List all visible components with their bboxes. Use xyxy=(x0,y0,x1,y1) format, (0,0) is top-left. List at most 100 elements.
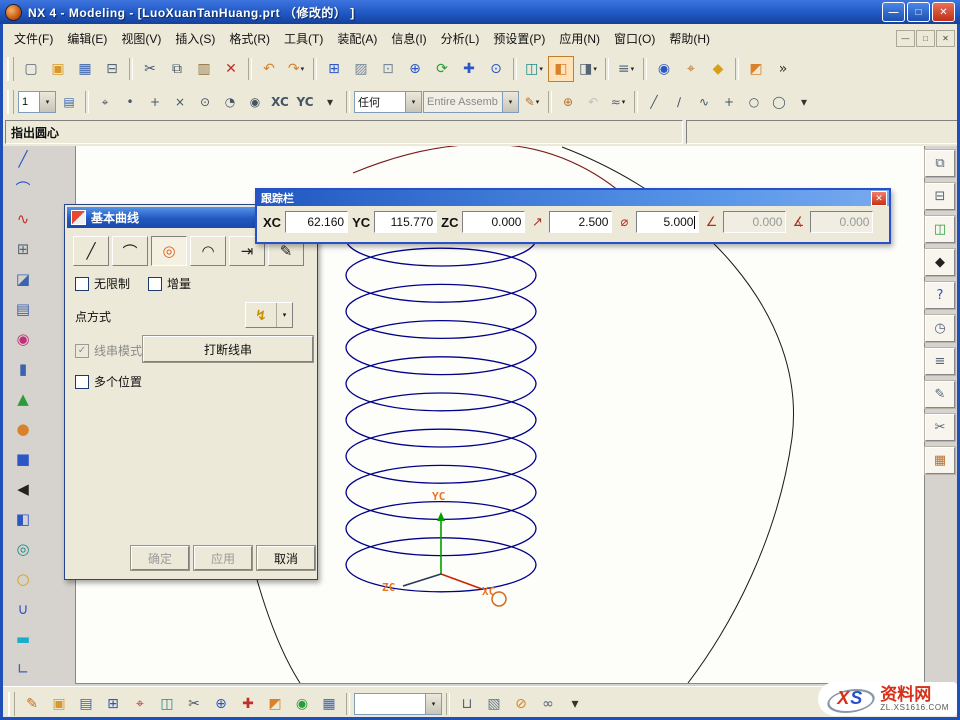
toolbar-overflow-button[interactable]: » xyxy=(770,56,796,82)
line-tool-button[interactable]: ╱ xyxy=(642,90,666,114)
ellipse-tool-button[interactable]: ◯ xyxy=(767,90,791,114)
xc-input[interactable]: 62.160 xyxy=(285,211,348,233)
point-method-dropdown[interactable]: ↯ ▾ xyxy=(245,302,293,328)
wcs-back-button[interactable]: ↶ xyxy=(581,90,605,114)
material-button[interactable]: ◆ xyxy=(705,56,731,82)
restore-button[interactable]: □ xyxy=(907,2,930,22)
wireframe-view-button[interactable]: ◨▾ xyxy=(575,56,601,82)
arc-basic-tool[interactable]: ⌒ xyxy=(112,236,148,266)
selection-priority-combo[interactable]: ▾ xyxy=(354,693,442,715)
notes-button[interactable]: ≡ xyxy=(925,348,955,375)
curve-options-button[interactable]: ▾ xyxy=(792,90,816,114)
layers-book-button[interactable]: ▤ xyxy=(9,296,37,323)
snap-point-on-curve-button[interactable]: XC xyxy=(268,90,292,114)
general-selection-button[interactable]: ✎▾ xyxy=(520,90,544,114)
snap-quadrant-button[interactable]: ◔ xyxy=(218,90,242,114)
dual-view-button[interactable]: ◫ xyxy=(154,691,180,717)
mdi-close-button[interactable]: ✕ xyxy=(936,30,955,47)
pad-feature-button[interactable]: ▬ xyxy=(9,626,37,653)
snap-point-inferred-button[interactable]: ⌖ xyxy=(93,90,117,114)
selection-filter-combo[interactable]: 任何▾ xyxy=(354,91,422,113)
chevron-down-icon[interactable]: ▾ xyxy=(593,65,597,73)
chevron-down-icon[interactable]: ▾ xyxy=(536,98,540,106)
snap-endpoint-button[interactable]: • xyxy=(118,90,142,114)
toolbar-grip[interactable] xyxy=(7,57,14,81)
menu-l[interactable]: 分析(L) xyxy=(434,26,487,51)
break-string-button[interactable]: 打断线串 xyxy=(143,336,313,362)
snap-arc-center-button[interactable]: ⊙ xyxy=(193,90,217,114)
open-recent-button[interactable]: ▣ xyxy=(46,691,72,717)
menu-h[interactable]: 帮助(H) xyxy=(662,26,717,51)
menu-r[interactable]: 格式(R) xyxy=(222,26,277,51)
menu-a[interactable]: 装配(A) xyxy=(330,26,384,51)
undo-button[interactable]: ↶ xyxy=(256,56,282,82)
snap-existing-point-button[interactable]: ◉ xyxy=(243,90,267,114)
print-button[interactable]: ⊟ xyxy=(99,56,125,82)
chevron-down-icon[interactable]: ▾ xyxy=(425,694,441,714)
fit-view-button[interactable]: ⊙ xyxy=(483,56,509,82)
menu-t[interactable]: 工具(T) xyxy=(277,26,330,51)
fillet-basic-tool[interactable]: ◠ xyxy=(190,236,226,266)
sketch-button[interactable]: ⊞ xyxy=(321,56,347,82)
internet-button[interactable]: ◉ xyxy=(651,56,677,82)
snap-midpoint-button[interactable]: + xyxy=(143,90,167,114)
history-button[interactable]: ◷ xyxy=(925,315,955,342)
delete-button[interactable]: ✕ xyxy=(218,56,244,82)
spline-tool-button[interactable]: ∿ xyxy=(692,90,716,114)
bottom-options-button[interactable]: ▾ xyxy=(562,691,588,717)
copy-button[interactable]: ⧉ xyxy=(164,56,190,82)
clip-section-button[interactable]: ✂ xyxy=(925,414,955,441)
inferred-line-button[interactable]: ∕ xyxy=(667,90,691,114)
chevron-down-icon[interactable]: ▾ xyxy=(405,92,421,112)
datum-plane-button[interactable]: ◪ xyxy=(9,266,37,293)
snap-point-on-surface-button[interactable]: YC xyxy=(293,90,317,114)
sweep-feature-button[interactable]: ∪ xyxy=(9,596,37,623)
snap-options-button[interactable]: ▾ xyxy=(318,90,342,114)
cylinder-feature-button[interactable]: ▮ xyxy=(9,356,37,383)
datum-plane-button[interactable]: ▨ xyxy=(348,56,374,82)
zoom-button[interactable]: ⊕ xyxy=(402,56,428,82)
hatch-button[interactable]: ▧ xyxy=(481,691,507,717)
block-feature-button[interactable]: ■ xyxy=(9,446,37,473)
sphere-feature-button[interactable]: ◉ xyxy=(9,326,37,353)
menu-s[interactable]: 插入(S) xyxy=(168,26,222,51)
measure-button[interactable]: ◉ xyxy=(289,691,315,717)
yc-input[interactable]: 115.770 xyxy=(374,211,437,233)
grid-snap-button[interactable]: ⊞ xyxy=(100,691,126,717)
chevron-down-icon[interactable]: ▾ xyxy=(631,65,635,73)
rectangle-curve-button[interactable]: ⊞ xyxy=(9,236,37,263)
window-display-button[interactable]: ◩ xyxy=(743,56,769,82)
snapshot-button[interactable]: ⊡ xyxy=(375,56,401,82)
wcs-triad[interactable]: YC ZC XC xyxy=(382,490,506,606)
close-button[interactable]: ✕ xyxy=(932,2,955,22)
dock-window-button[interactable]: ⊔ xyxy=(454,691,480,717)
multiple-positions-checkbox[interactable]: 多个位置 xyxy=(75,373,142,390)
toolbar-grip[interactable] xyxy=(7,90,14,114)
radius-input[interactable]: 2.500 xyxy=(549,211,612,233)
clip-plane-button[interactable]: ⊘ xyxy=(508,691,534,717)
rotate-view-button[interactable]: ⟳ xyxy=(429,56,455,82)
shaded-view-button[interactable]: ◧ xyxy=(548,56,574,82)
csys-orient-button[interactable]: ⌖ xyxy=(678,56,704,82)
corner-feature-button[interactable]: ∟ xyxy=(9,656,37,683)
close-icon[interactable]: ✕ xyxy=(871,191,887,206)
arc-curve-button[interactable]: ⌒ xyxy=(9,176,37,203)
mdi-minimize-button[interactable]: — xyxy=(896,30,915,47)
wcs-options-button[interactable]: ≈▾ xyxy=(606,90,630,114)
point-tool-button[interactable]: + xyxy=(717,90,741,114)
redo-button[interactable]: ↷▾ xyxy=(283,56,309,82)
revolve-feature-button[interactable]: ◎ xyxy=(9,536,37,563)
line-basic-tool[interactable]: ╱ xyxy=(73,236,109,266)
part-navigator-button[interactable]: ◫ xyxy=(925,216,955,243)
chevron-down-icon[interactable]: ▾ xyxy=(539,65,543,73)
cone-feature-button[interactable]: ▲ xyxy=(9,386,37,413)
point-capture-button[interactable]: ⌖ xyxy=(127,691,153,717)
hole-feature-button[interactable]: ○ xyxy=(9,566,37,593)
zoom-bottom-button[interactable]: ⊕ xyxy=(208,691,234,717)
menu-v[interactable]: 视图(V) xyxy=(114,26,168,51)
spline-curve-button[interactable]: ∿ xyxy=(9,206,37,233)
visualization-button[interactable]: ≡▾ xyxy=(613,56,639,82)
minimize-button[interactable]: — xyxy=(882,2,905,22)
help-button[interactable]: ? xyxy=(925,282,955,309)
cancel-button[interactable]: 取消 xyxy=(257,546,315,570)
